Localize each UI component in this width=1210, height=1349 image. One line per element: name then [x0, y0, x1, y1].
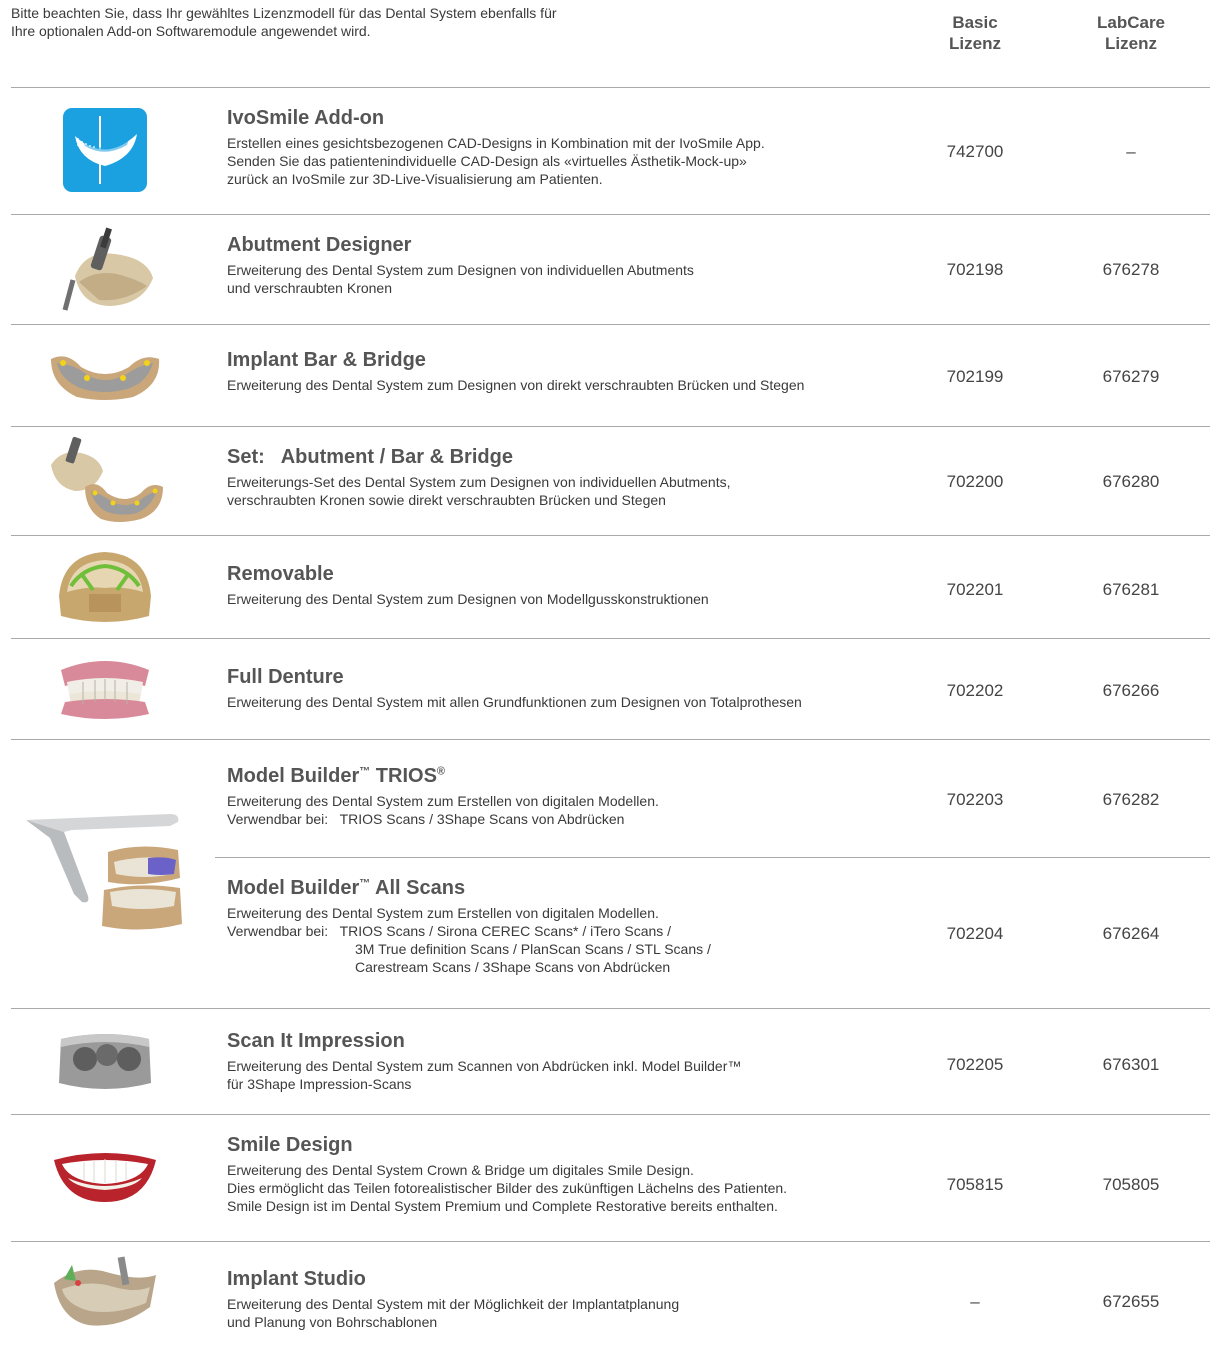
smile-image — [30, 1139, 180, 1213]
labcare-article-number: 676281 — [1102, 580, 1160, 599]
table-row-implant-bar-bridge: Implant Bar & Bridge Erweiterung des Den… — [0, 325, 1210, 426]
table-row-model-builder-all-scans: Model Builder™ All Scans Erweiterung des… — [0, 858, 1210, 1008]
implant-bar-image — [30, 337, 180, 413]
row-title: Scan It Impression — [227, 1030, 405, 1052]
implant-studio-image — [30, 1250, 180, 1336]
basic-article-number: 702198 — [946, 260, 1004, 279]
table-row-scan-it-impression: Scan It Impression Erweiterung des Denta… — [0, 1009, 1210, 1114]
intro-line-1: Bitte beachten Sie, dass Ihr gewähltes L… — [11, 5, 557, 21]
ivosmile-app-icon — [30, 108, 180, 192]
row-title: Smile Design — [227, 1134, 353, 1156]
labcare-article-number: 705805 — [1102, 1175, 1160, 1194]
basic-article-number: 702200 — [946, 472, 1004, 491]
labcare-article-number: 676278 — [1102, 260, 1160, 279]
intro-line-2: Ihre optionalen Add-on Softwaremodule an… — [11, 23, 371, 39]
labcare-article-number: 676280 — [1102, 472, 1160, 491]
labcare-article-number: 676264 — [1102, 924, 1160, 943]
row-title: Full Denture — [227, 666, 344, 688]
basic-article-number: 702199 — [946, 367, 1004, 386]
row-title: Model Builder™ All Scans — [227, 877, 466, 899]
row-title: Set: Abutment / Bar & Bridge — [227, 446, 513, 468]
table-row-full-denture: Full Denture Erweiterung des Dental Syst… — [0, 639, 1210, 739]
row-title: Implant Studio — [227, 1268, 366, 1290]
row-title: Removable — [227, 563, 334, 585]
full-denture-image — [30, 649, 180, 725]
column-header-basic: Basic Lizenz — [949, 13, 1001, 53]
row-title: Model Builder™ TRIOS® — [227, 765, 446, 787]
labcare-article-number: 676279 — [1102, 367, 1160, 386]
labcare-article-number: 672655 — [1102, 1292, 1160, 1311]
column-header-labcare: LabCare Lizenz — [1096, 13, 1166, 53]
basic-article-number: 702205 — [946, 1055, 1004, 1074]
table-row-ivosmile: IvoSmile Add-on Erstellen eines gesichts… — [0, 88, 1210, 214]
abutment-image — [30, 225, 180, 315]
row-title: IvoSmile Add-on — [227, 107, 385, 129]
labcare-article-number: 676282 — [1102, 790, 1160, 809]
labcare-article-number: 676301 — [1102, 1055, 1160, 1074]
basic-article-number: – — [970, 1292, 980, 1311]
table-row-removable: Removable Erweiterung des Dental System … — [0, 536, 1210, 638]
scan-impression-image — [30, 1021, 180, 1101]
intro-text: Bitte beachten Sie, dass Ihr gewähltes L… — [11, 4, 711, 40]
labcare-article-number: 676266 — [1102, 681, 1160, 700]
table-row-set-abutment-bar-bridge: Set: Abutment / Bar & Bridge Erweiterung… — [0, 427, 1210, 535]
basic-article-number: 702201 — [946, 580, 1004, 599]
row-title: Implant Bar & Bridge — [227, 349, 426, 371]
set-image — [30, 433, 180, 529]
basic-article-number: 705815 — [946, 1175, 1004, 1194]
labcare-article-number: – — [1126, 142, 1136, 161]
row-title: Abutment Designer — [227, 234, 412, 256]
table-row-model-builder-trios: Model Builder™ TRIOS® Erweiterung des De… — [0, 740, 1210, 857]
basic-article-number: 702203 — [946, 790, 1004, 809]
removable-image — [30, 544, 180, 630]
table-row-smile-design: Smile Design Erweiterung des Dental Syst… — [0, 1115, 1210, 1241]
basic-article-number: 742700 — [946, 142, 1004, 161]
table-row-implant-studio: Implant Studio Erweiterung des Dental Sy… — [0, 1242, 1210, 1349]
table-row-abutment-designer: Abutment Designer Erweiterung des Dental… — [0, 215, 1210, 324]
basic-article-number: 702204 — [946, 924, 1004, 943]
basic-article-number: 702202 — [946, 681, 1004, 700]
license-table-page: Bitte beachten Sie, dass Ihr gewähltes L… — [0, 0, 1210, 1349]
